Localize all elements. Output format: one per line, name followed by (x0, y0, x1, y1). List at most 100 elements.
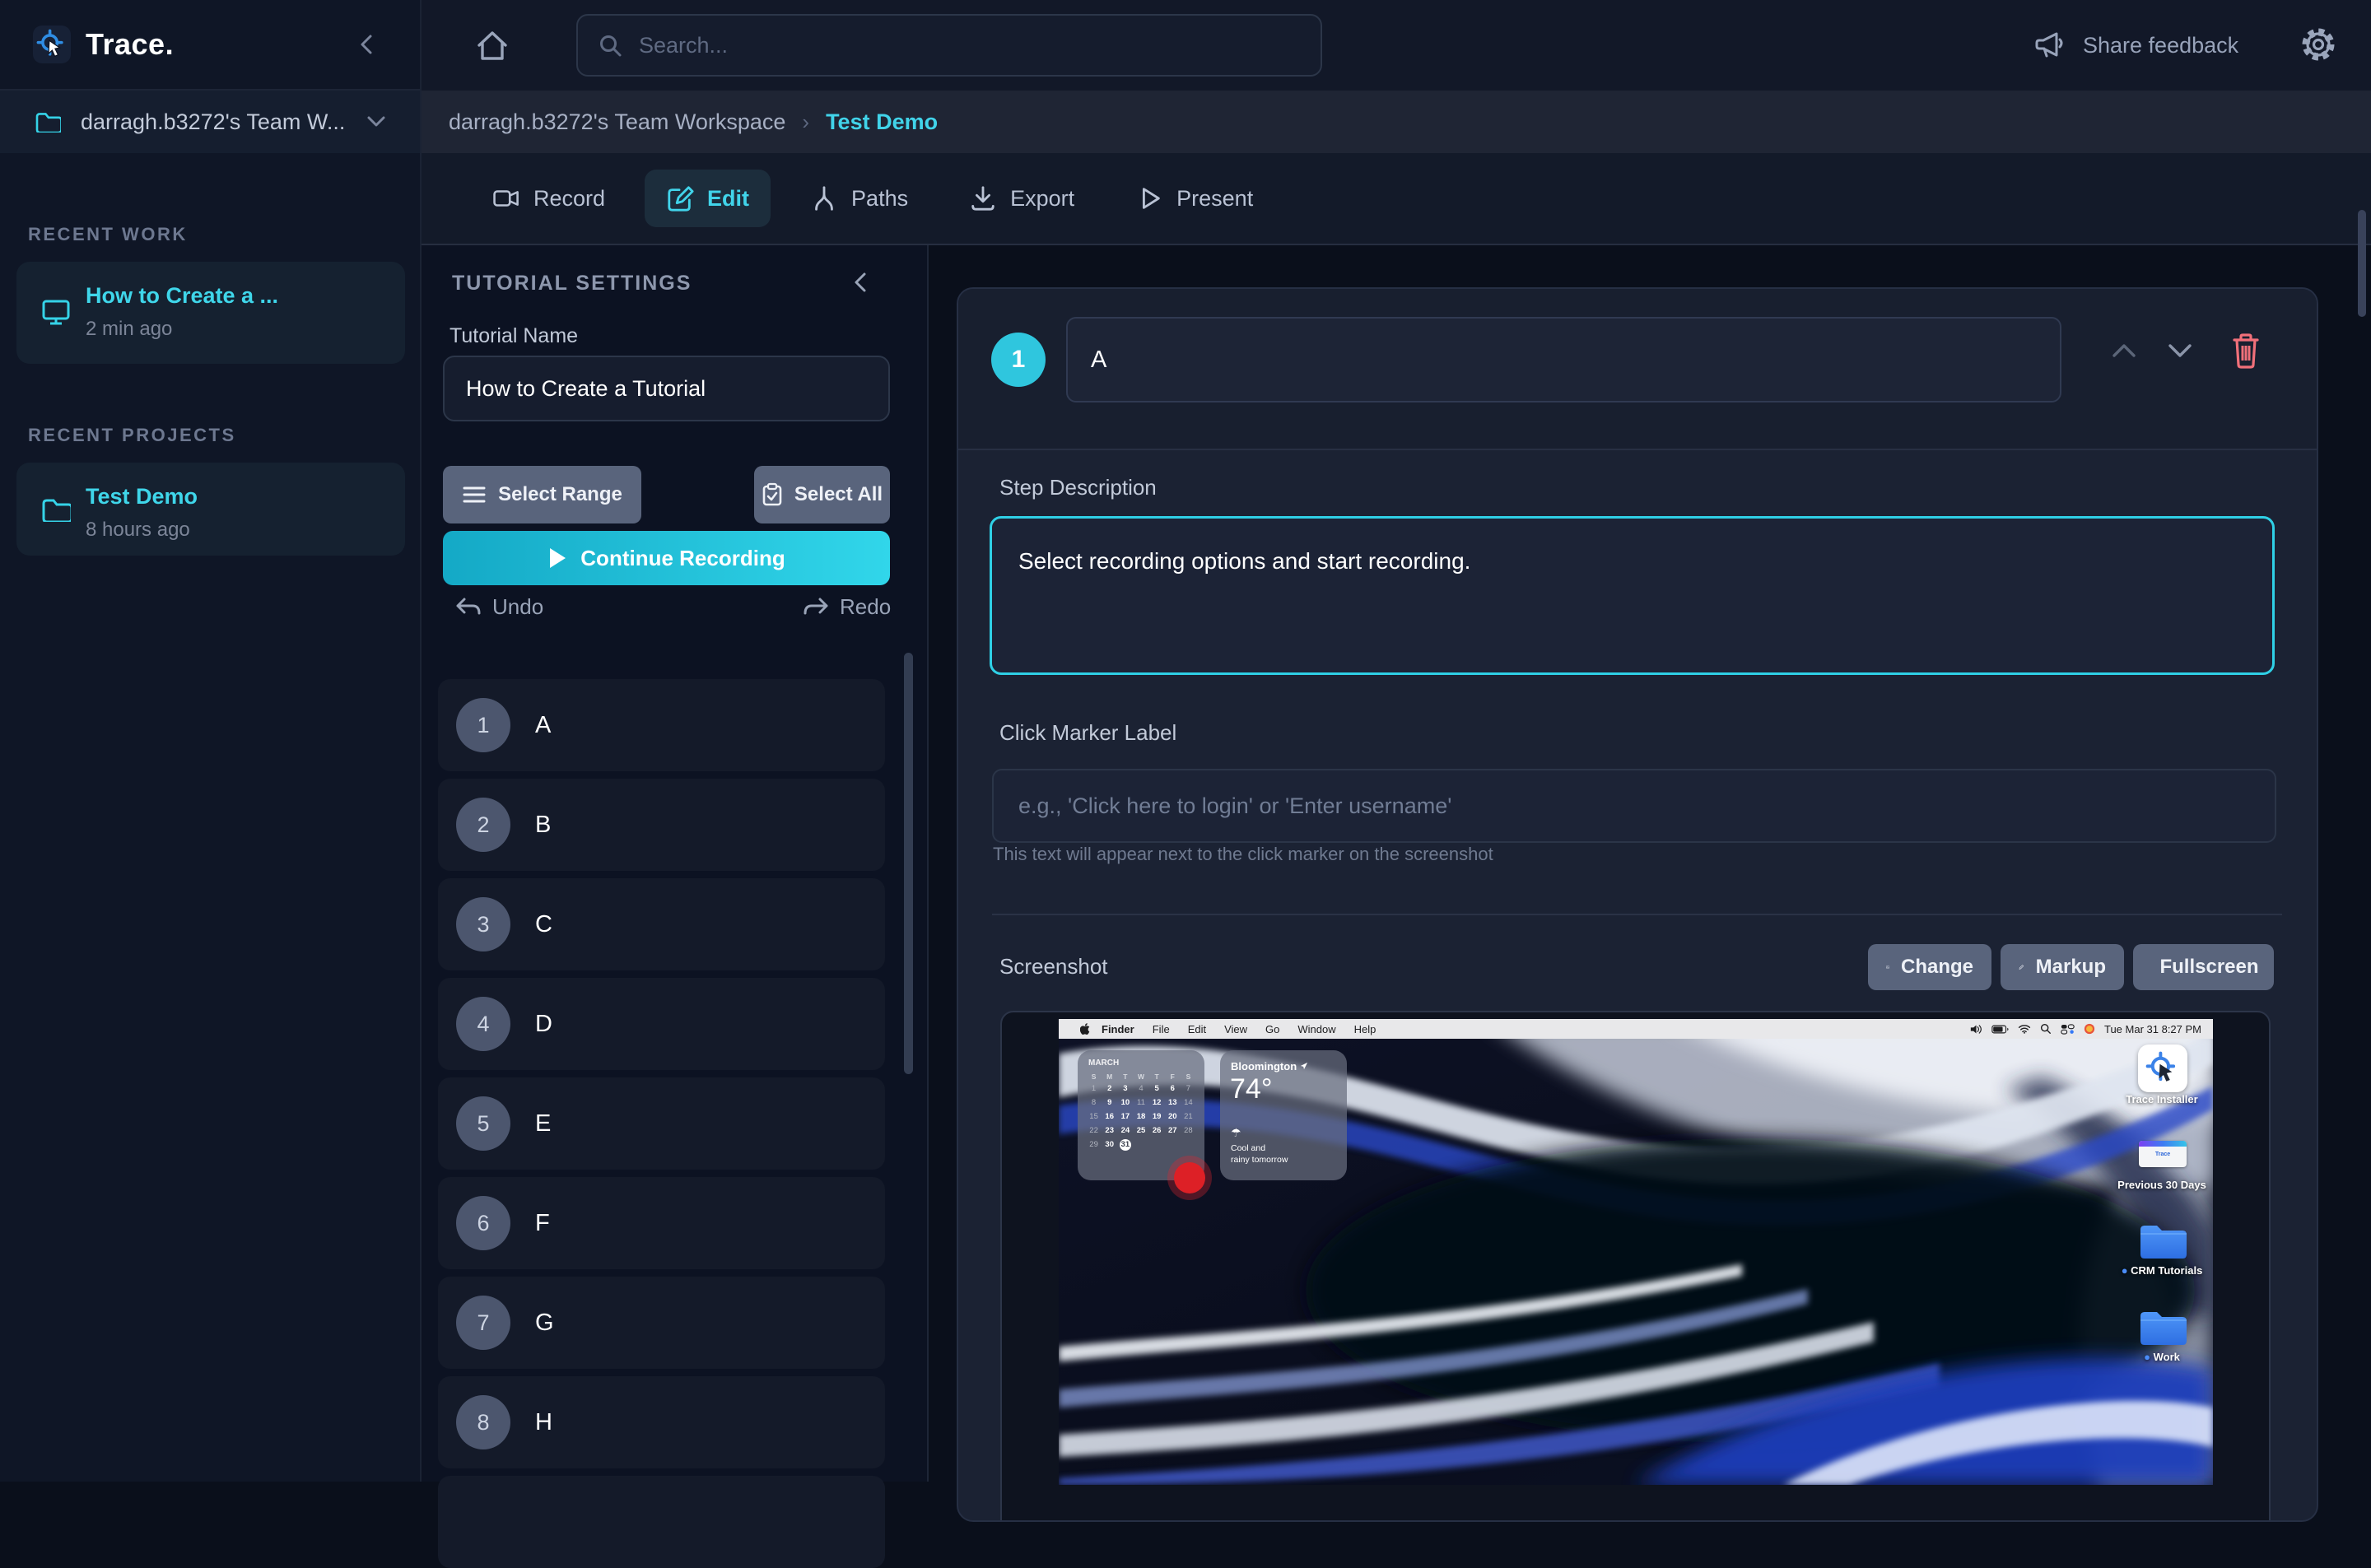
fullscreen-button[interactable]: Fullscreen (2133, 944, 2274, 990)
megaphone-icon (2033, 29, 2068, 62)
calendar-grid: SMTWTFS123456789101112131415161718192021… (1086, 1072, 1196, 1151)
move-step-up-icon[interactable] (2109, 340, 2139, 361)
panel-scrollbar[interactable] (904, 653, 913, 1074)
monitor-icon (41, 299, 71, 327)
step-list-item[interactable]: 4D (438, 978, 885, 1070)
mac-screenshot[interactable]: Finder File Edit View Go Window Help Tue… (1059, 1019, 2213, 1485)
weather-temp: 74° (1230, 1073, 1272, 1105)
desktop-icon-previous-30-days[interactable]: Trace (2139, 1141, 2187, 1167)
clipboard-check-icon (762, 482, 783, 507)
mac-menu-finder[interactable]: Finder (1102, 1023, 1134, 1035)
step-list-item[interactable]: 1A (438, 679, 885, 771)
step-description-label: Step Description (999, 475, 1157, 500)
sidebar-collapse-icon[interactable] (356, 32, 377, 57)
step-list: 1A 2B 3C 4D 5E 6F 7G 8H (438, 679, 885, 1568)
continue-recording-button[interactable]: Continue Recording (443, 531, 890, 585)
tab-export[interactable]: Export (948, 170, 1096, 227)
folder-icon (41, 497, 71, 522)
step-list-item[interactable]: 6F (438, 1177, 885, 1269)
mac-menu-help[interactable]: Help (1354, 1023, 1376, 1035)
desktop-label-crm-tutorials: ● CRM Tutorials (2100, 1264, 2213, 1277)
play-icon (547, 547, 567, 570)
breadcrumb-workspace[interactable]: darragh.b3272's Team Workspace (449, 109, 785, 135)
page-scrollbar[interactable] (2358, 210, 2366, 317)
video-camera-icon (492, 184, 520, 212)
pencil-icon (2019, 956, 2024, 979)
click-marker-help-text: This text will appear next to the click … (993, 844, 1493, 865)
step-list-item[interactable]: 5E (438, 1077, 885, 1170)
mac-menu-go[interactable]: Go (1265, 1023, 1279, 1035)
home-icon[interactable] (473, 27, 511, 65)
image-icon (1886, 956, 1889, 979)
gear-icon[interactable] (2299, 25, 2338, 64)
markup-button[interactable]: Markup (2001, 944, 2124, 990)
step-list-item[interactable]: 7G (438, 1277, 885, 1369)
mac-clock: Tue Mar 31 8:27 PM (2104, 1023, 2201, 1035)
click-marker-dot (1174, 1162, 1205, 1193)
breadcrumb-current: Test Demo (826, 109, 938, 135)
sidebar-header: Trace. (0, 0, 420, 91)
tab-paths[interactable]: Paths (789, 170, 929, 227)
workspace-name: darragh.b3272's Team W... (81, 109, 345, 135)
desktop-icon-work[interactable] (2138, 1308, 2189, 1346)
divider (992, 914, 2282, 915)
step-list-item[interactable]: 8H (438, 1376, 885, 1468)
recent-project-item[interactable]: Test Demo 8 hours ago (16, 463, 405, 556)
tab-present[interactable]: Present (1114, 170, 1274, 227)
delete-step-icon[interactable] (2229, 332, 2262, 370)
click-marker-label: Click Marker Label (999, 720, 1176, 746)
tab-record[interactable]: Record (471, 170, 627, 227)
select-all-button[interactable]: Select All (754, 466, 890, 523)
calendar-month: MARCH (1088, 1059, 1119, 1068)
tutorial-name-input[interactable] (443, 356, 890, 421)
desktop-icon-trace-installer[interactable] (2138, 1045, 2187, 1092)
mac-menu-view[interactable]: View (1224, 1023, 1247, 1035)
mode-tabs: Record Edit Paths Export Present (422, 153, 2371, 245)
mac-menu-window[interactable]: Window (1297, 1023, 1335, 1035)
search-input[interactable] (639, 33, 1301, 58)
spotlight-icon (2040, 1023, 2052, 1035)
step-title-input[interactable] (1066, 317, 2061, 402)
recent-work-header: RECENT WORK (28, 224, 188, 245)
recent-projects-header: RECENT PROJECTS (28, 425, 236, 446)
desktop-icon-crm-tutorials[interactable] (2138, 1221, 2189, 1259)
tab-edit[interactable]: Edit (645, 170, 771, 227)
redo-icon (802, 595, 830, 620)
mac-menu-edit[interactable]: Edit (1188, 1023, 1206, 1035)
select-range-button[interactable]: Select Range (443, 466, 641, 523)
recent-work-item[interactable]: How to Create a ... 2 min ago (16, 262, 405, 364)
weather-city: Bloomington (1231, 1060, 1297, 1072)
step-list-item[interactable] (438, 1476, 885, 1568)
undo-icon (454, 595, 482, 620)
step-description-textarea[interactable]: Select recording options and start recor… (990, 516, 2275, 675)
undo-button[interactable]: Undo (454, 594, 543, 620)
step-list-item[interactable]: 3C (438, 878, 885, 970)
weather-desc: Cool andrainy tomorrow (1231, 1142, 1288, 1166)
volume-icon (1970, 1024, 1982, 1035)
calendar-widget: MARCH SMTWTFS123456789101112131415161718… (1078, 1050, 1204, 1180)
move-step-down-icon[interactable] (2165, 340, 2195, 361)
chevron-down-icon (366, 115, 387, 128)
mac-menu-file[interactable]: File (1153, 1023, 1170, 1035)
change-screenshot-button[interactable]: Change (1868, 944, 1991, 990)
umbrella-icon: ☂ (1231, 1126, 1241, 1140)
trace-logo-icon (33, 26, 71, 63)
battery-icon (1991, 1025, 2009, 1034)
step-list-item[interactable]: 2B (438, 779, 885, 871)
recent-work-time: 2 min ago (86, 318, 172, 341)
share-feedback-button[interactable]: Share feedback (2033, 23, 2238, 67)
screenshot-frame: Finder File Edit View Go Window Help Tue… (1000, 1011, 2271, 1522)
step-number-badge: 1 (991, 333, 1046, 387)
tutorial-name-label: Tutorial Name (450, 324, 578, 348)
workspace-selector[interactable]: darragh.b3272's Team W... (0, 91, 420, 153)
click-marker-input[interactable] (992, 769, 2276, 843)
redo-button[interactable]: Redo (802, 594, 891, 620)
chevron-right-icon: › (802, 109, 809, 135)
panel-collapse-icon[interactable] (850, 270, 871, 295)
step-editor-card: 1 Step Description Select recording opti… (957, 287, 2318, 1522)
search-bar[interactable] (576, 14, 1322, 77)
lines-icon (462, 485, 487, 505)
branch-icon (810, 184, 838, 212)
panel-title: TUTORIAL SETTINGS (452, 272, 692, 295)
screenshot-label: Screenshot (999, 954, 1108, 979)
